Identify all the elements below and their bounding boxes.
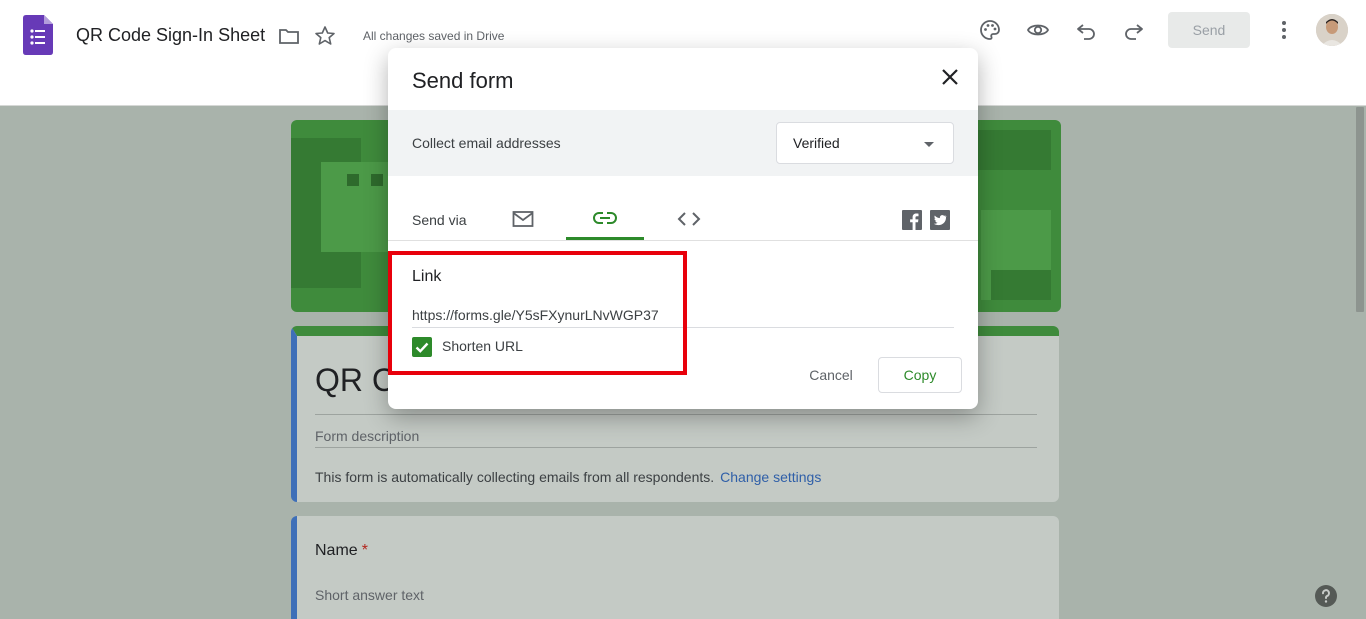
google-forms-icon[interactable] (23, 15, 53, 55)
close-icon[interactable] (938, 65, 962, 89)
collect-email-note: This form is automatically collecting em… (315, 469, 821, 485)
question-card[interactable]: Name * Short answer text (291, 516, 1059, 619)
dialog-title: Send form (412, 68, 514, 93)
question-answer-hint: Short answer text (315, 587, 424, 603)
email-icon (512, 211, 534, 227)
question-title-text: Name (315, 542, 358, 559)
link-heading: Link (412, 268, 442, 285)
link-icon (593, 211, 617, 224)
caret-down-icon (924, 142, 934, 147)
scrollbar[interactable] (1356, 107, 1364, 312)
cancel-button[interactable]: Cancel (792, 357, 870, 393)
facebook-icon[interactable] (902, 210, 922, 230)
folder-icon[interactable] (277, 24, 301, 48)
copy-button[interactable]: Copy (878, 357, 962, 393)
embed-code-icon (677, 212, 701, 226)
tab-embed-html[interactable] (650, 198, 728, 240)
send-via-label: Send via (412, 212, 467, 228)
tab-link[interactable] (566, 198, 644, 240)
send-form-dialog: Send form Collect email addresses Verifi… (388, 48, 978, 409)
shorten-url-checkbox[interactable] (412, 337, 432, 357)
help-icon[interactable] (1314, 584, 1338, 608)
collect-email-select[interactable]: Verified (776, 122, 954, 164)
link-url-underline (412, 327, 954, 328)
document-title[interactable]: QR Code Sign-In Sheet (76, 25, 265, 46)
change-settings-link[interactable]: Change settings (720, 469, 821, 485)
avatar-portrait-icon (1316, 14, 1348, 46)
tab-email[interactable] (484, 198, 562, 240)
twitter-icon[interactable] (930, 210, 950, 230)
collect-note-text: This form is automatically collecting em… (315, 469, 715, 485)
avatar[interactable] (1316, 14, 1348, 46)
required-marker: * (361, 542, 368, 559)
collect-email-row: Collect email addresses Verified (388, 110, 978, 176)
shorten-url-label[interactable]: Shorten URL (442, 338, 523, 354)
description-underline (315, 447, 1037, 448)
tabs-divider (388, 240, 978, 241)
more-vert-icon[interactable] (1272, 18, 1296, 42)
question-title: Name * (315, 542, 368, 560)
title-underline (315, 414, 1037, 415)
save-status: All changes saved in Drive (363, 29, 505, 43)
link-url-field[interactable]: https://forms.gle/Y5sFXynurLNvWGP37 (412, 307, 659, 323)
form-description[interactable]: Form description (315, 428, 419, 444)
redo-icon[interactable] (1122, 18, 1146, 42)
palette-icon[interactable] (978, 18, 1002, 42)
collect-email-value: Verified (793, 135, 840, 151)
star-icon[interactable] (313, 24, 337, 48)
send-button[interactable]: Send (1168, 12, 1250, 48)
checkmark-icon (415, 342, 429, 353)
undo-icon[interactable] (1074, 18, 1098, 42)
collect-email-label: Collect email addresses (412, 135, 561, 151)
eye-icon[interactable] (1026, 18, 1050, 42)
